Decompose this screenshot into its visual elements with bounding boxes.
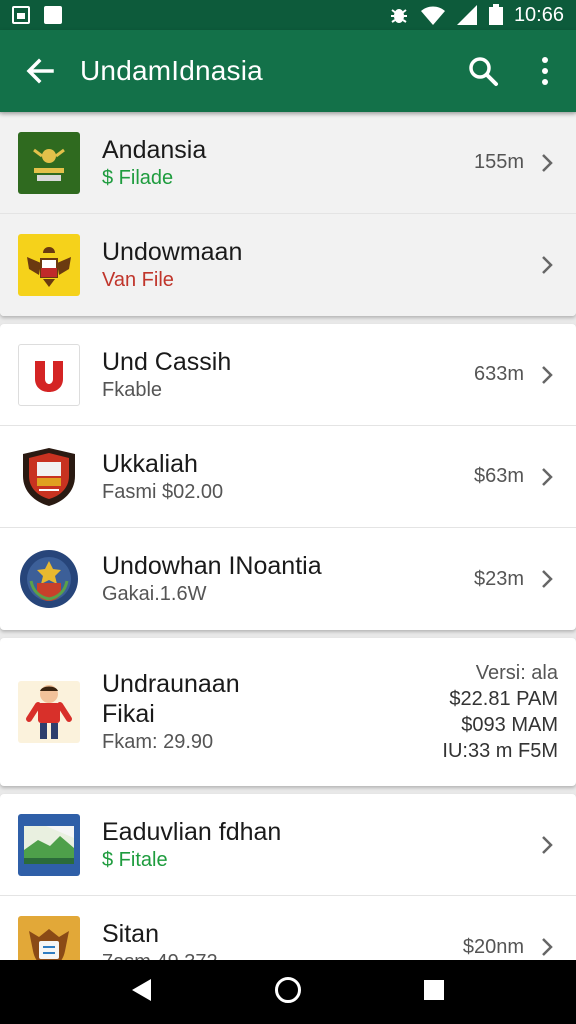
item-title: Eaduvlian fdhan: [102, 817, 282, 846]
status-bar: 10:66: [0, 0, 576, 30]
item-title: Sitan: [102, 920, 159, 948]
bug-icon: [388, 4, 410, 26]
item-subtitle: Gakai.1.6W: [102, 583, 207, 605]
download-icon: [44, 6, 62, 24]
item-meta: $23m: [473, 567, 524, 590]
round-seal-logo-icon: [18, 548, 80, 610]
list-item[interactable]: Ukkaliah Fasmi $02.00 $63m: [0, 426, 576, 528]
chevron-right-icon: [532, 936, 562, 958]
item-subtitle: Fasmi $02.00: [102, 480, 224, 503]
chevron-right-icon: [532, 364, 562, 386]
item-subtitle: $ Fitale: [102, 848, 168, 871]
list-item[interactable]: Undowmaan Van File: [0, 214, 576, 316]
image-icon: [12, 6, 30, 24]
item-title: Andansia: [102, 135, 207, 164]
app-bar: UndamIdnasia: [0, 30, 576, 112]
list-card: Und Cassih Fkable 633m Ukkaliah Fasmi $0…: [0, 324, 576, 630]
chevron-right-icon: [532, 834, 562, 856]
back-arrow-icon[interactable]: [0, 30, 80, 112]
item-subtitle: Fkable: [102, 378, 163, 401]
emblem-logo-icon: [18, 131, 80, 194]
search-icon[interactable]: [452, 30, 514, 112]
list-card: Eaduvlian fdhan $ Fitale Sitan 7asm 49.3…: [0, 794, 576, 960]
meta-line: IU:33 m F5M: [442, 740, 558, 762]
home-circle-icon[interactable]: [273, 975, 303, 1010]
item-meta: $20nm: [462, 935, 524, 958]
list-item[interactable]: Und Cassih Fkable 633m: [0, 324, 576, 426]
item-meta: $63m: [473, 465, 524, 487]
item-subtitle: Fkam: 29.90: [102, 731, 214, 753]
list-item[interactable]: Eaduvlian fdhan $ Fitale: [0, 794, 576, 896]
item-subtitle: Van File: [102, 269, 174, 291]
red-shield-logo-icon: [18, 343, 80, 406]
back-triangle-icon[interactable]: [129, 976, 155, 1009]
signal-icon: [456, 4, 478, 26]
recents-square-icon[interactable]: [421, 977, 447, 1008]
item-subtitle: 7asm 49.372: [102, 949, 463, 960]
meta-line: $093 MAM: [461, 714, 558, 736]
garuda-logo-icon: [18, 234, 80, 296]
landscape-logo-icon: [18, 813, 80, 876]
list-card: Andansia $ Filade 155m Undowmaan Van Fil…: [0, 112, 576, 316]
item-title: Ukkaliah: [102, 449, 198, 478]
chevron-right-icon: [532, 466, 562, 488]
list-item[interactable]: Undowhan INoantia Gakai.1.6W $23m: [0, 528, 576, 630]
meta-line: Versi: ala: [475, 662, 558, 684]
person-avatar-icon: [18, 681, 80, 743]
bird-emblem-logo-icon: [18, 916, 80, 960]
battery-icon: [488, 4, 504, 26]
crest-logo-icon: [18, 446, 80, 508]
chevron-right-icon: [532, 254, 562, 276]
list-card: Undraunaan Fikai Fkam: 29.90 Versi: ala …: [0, 638, 576, 786]
navigation-bar: [0, 960, 576, 1024]
item-meta: 155m: [473, 151, 524, 173]
item-title: Undraunaan: [102, 670, 240, 698]
item-title: Undowmaan: [102, 238, 243, 266]
chevron-right-icon: [532, 152, 562, 174]
more-vert-icon[interactable]: [514, 30, 576, 112]
wifi-icon: [420, 4, 446, 26]
item-title: Und Cassih: [102, 347, 232, 376]
status-time: 10:66: [513, 3, 564, 26]
meta-line: $22.81 PAM: [449, 688, 558, 710]
list-item[interactable]: Andansia $ Filade 155m: [0, 112, 576, 214]
item-title: Undowhan INoantia: [102, 552, 322, 580]
version-meta-block: Versi: ala $22.81 PAM $093 MAM IU:33 m F…: [442, 660, 558, 764]
item-title-line2: Fikai: [102, 700, 155, 728]
list-item[interactable]: Undraunaan Fikai Fkam: 29.90 Versi: ala …: [0, 638, 576, 786]
app-title: UndamIdnasia: [80, 55, 263, 86]
item-subtitle: $ Filade: [102, 166, 174, 189]
chevron-right-icon: [532, 568, 562, 590]
list-item[interactable]: Sitan 7asm 49.372 $20nm: [0, 896, 576, 960]
app-list: Andansia $ Filade 155m Undowmaan Van Fil…: [0, 112, 576, 960]
item-meta: 633m: [473, 363, 524, 385]
